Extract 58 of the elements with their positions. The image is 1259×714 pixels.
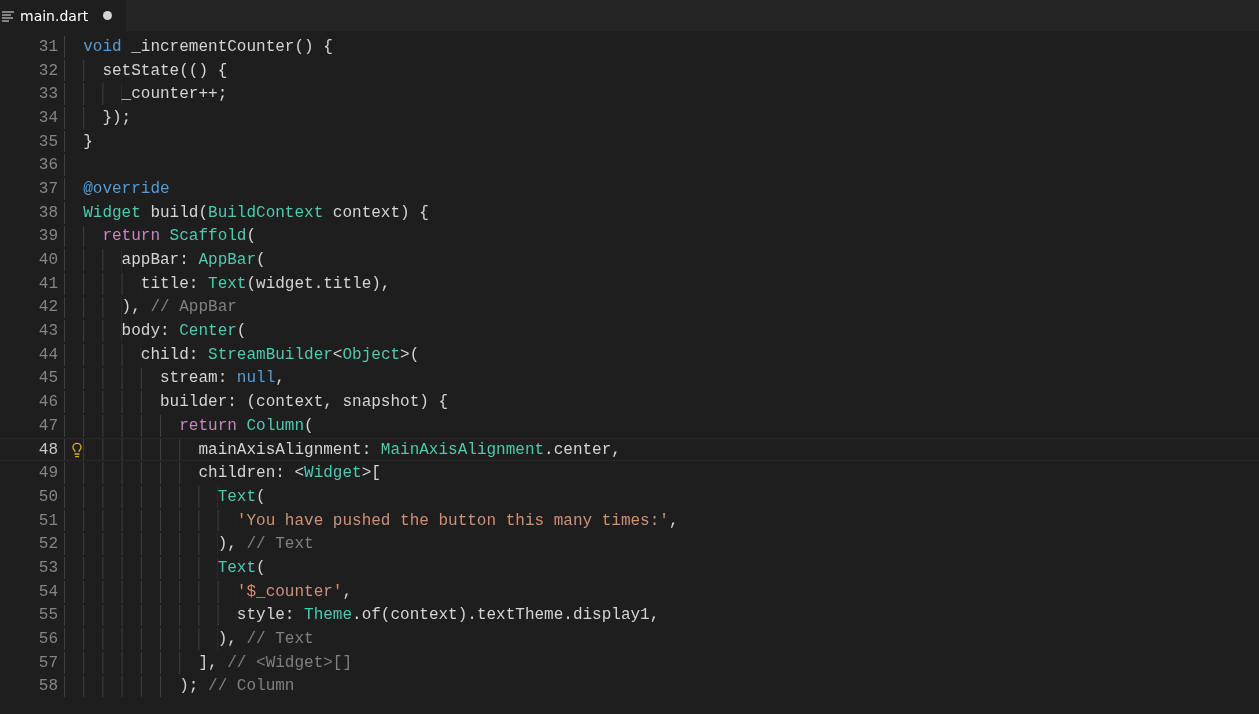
line-number: 49	[37, 464, 58, 483]
line-number: 34	[37, 108, 58, 127]
line-number: 54	[37, 582, 58, 601]
code-line: mainAxisAlignment: MainAxisAlignment.center,	[198, 440, 621, 459]
line-number: 40	[37, 251, 58, 270]
line-number: 48	[37, 440, 58, 459]
line-number: 57	[37, 653, 58, 672]
code-line: style: Theme.of(context).textTheme.display1,	[236, 606, 660, 625]
line-number: 41	[37, 274, 58, 293]
line-number: 44	[37, 345, 58, 364]
line-number: 51	[37, 511, 58, 530]
code-line: });	[102, 108, 132, 127]
code-line: Text(	[217, 558, 266, 577]
code-line: appBar: AppBar(	[121, 251, 266, 270]
line-number: 46	[37, 393, 58, 412]
line-number: 47	[37, 416, 58, 435]
code-line: stream: null,	[160, 369, 285, 388]
code-line: _counter++;	[121, 85, 228, 104]
line-number: 45	[37, 369, 58, 388]
text-lines-icon	[2, 9, 14, 22]
lightbulb-icon[interactable]	[69, 441, 85, 458]
line-number: 52	[37, 535, 58, 554]
code-line: }	[83, 132, 93, 151]
code-line: title: Text(widget.title),	[140, 274, 391, 293]
line-number: 43	[37, 322, 58, 341]
line-number: 58	[37, 677, 58, 696]
line-number: 35	[37, 132, 58, 151]
line-number: 31	[37, 37, 58, 56]
editor-tab[interactable]: main.dart	[0, 0, 126, 31]
code-line: ], // <Widget>[]	[198, 653, 353, 672]
line-number: 50	[37, 487, 58, 506]
code-line: return Column(	[179, 416, 314, 435]
line-number: 42	[37, 298, 58, 317]
code-line: Widget build(BuildContext context) {	[83, 203, 429, 222]
line-number: 36	[37, 156, 58, 175]
line-number: 55	[37, 606, 58, 625]
code-line: children: <Widget>[	[198, 464, 381, 483]
line-number: 56	[37, 630, 58, 649]
line-number: 39	[37, 227, 58, 246]
code-line: void _incrementCounter() {	[83, 37, 333, 56]
code-line: ), // Text	[217, 535, 314, 554]
code-line: child: StreamBuilder<Object>(	[140, 345, 420, 364]
code-line: Text(	[217, 487, 266, 506]
code-line: '$_counter',	[236, 582, 353, 601]
code-line: ), // AppBar	[121, 298, 237, 317]
line-number: 37	[37, 179, 58, 198]
code-line: body: Center(	[121, 322, 247, 341]
line-number: 33	[37, 85, 58, 104]
code-line: 'You have pushed the button this many times:',	[236, 511, 679, 530]
line-number: 32	[37, 61, 58, 80]
code-line: ); // Column	[179, 677, 295, 696]
code-line: return Scaffold(	[102, 227, 257, 246]
code-line: @override	[83, 179, 170, 198]
line-number: 53	[37, 558, 58, 577]
code-line: ), // Text	[217, 630, 314, 649]
code-line: setState(() {	[102, 61, 228, 80]
code-line: builder: (context, snapshot) {	[160, 393, 449, 412]
line-number: 38	[37, 203, 58, 222]
